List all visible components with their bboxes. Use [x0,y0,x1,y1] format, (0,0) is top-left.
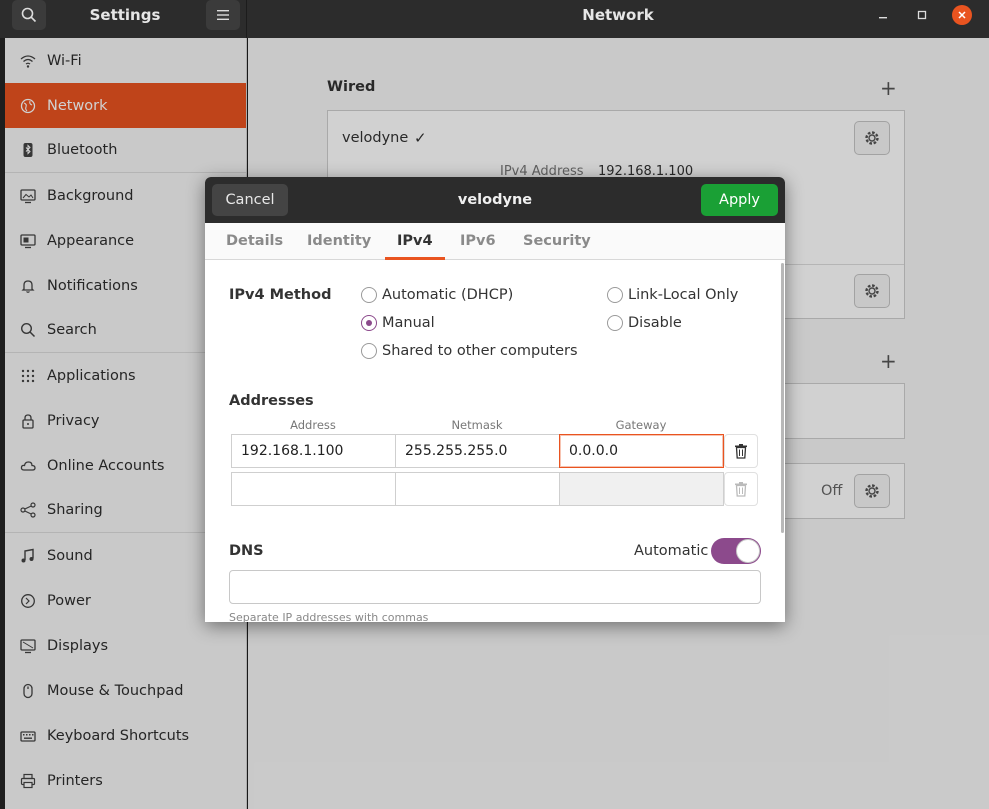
tab-identity[interactable]: Identity [295,223,383,260]
dns-label: DNS [229,543,264,559]
dns-automatic-toggle[interactable] [711,538,761,564]
dialog-tabs: Details Identity IPv4 IPv6 Security [205,223,785,260]
search-button[interactable] [12,0,46,30]
dns-input[interactable] [229,570,761,604]
new-netmask-input[interactable] [395,472,560,506]
tab-ipv6[interactable]: IPv6 [448,223,508,260]
column-header-gateway: Gateway [615,418,667,432]
hamburger-icon [217,10,229,20]
maximize-button[interactable] [912,5,932,25]
radio-indicator [361,343,377,359]
trash-icon [735,482,747,497]
toggle-knob [736,539,760,563]
maximize-icon [917,10,927,20]
radio-label: Disable [628,315,682,331]
apply-button[interactable]: Apply [701,184,778,216]
cancel-button[interactable]: Cancel [212,184,288,216]
dns-automatic-label: Automatic [634,543,709,559]
search-icon [21,7,37,23]
radio-label: Shared to other computers [382,343,578,359]
radio-indicator-selected [361,315,377,331]
tab-security[interactable]: Security [511,223,603,260]
connection-dialog: Cancel velodyne Apply Details Identity I… [205,177,785,622]
close-icon [958,11,966,19]
minimize-button[interactable] [873,5,893,25]
ipv4-method-label: IPv4 Method [229,287,332,303]
radio-shared[interactable]: Shared to other computers [361,343,578,359]
gateway-input[interactable]: 0.0.0.0 [559,434,724,468]
radio-disable[interactable]: Disable [607,315,682,331]
new-gateway-input[interactable] [559,472,724,506]
address-input[interactable]: 192.168.1.100 [231,434,396,468]
settings-title: Settings [89,6,161,24]
delete-address-button[interactable] [724,434,758,468]
tab-details[interactable]: Details [214,223,295,260]
radio-indicator [607,315,623,331]
radio-label: Manual [382,315,435,331]
radio-label: Link-Local Only [628,287,739,303]
addresses-label: Addresses [229,393,314,409]
column-header-address: Address [290,418,336,432]
menu-button[interactable] [206,0,240,30]
radio-link-local-only[interactable]: Link-Local Only [607,287,738,303]
radio-indicator [361,287,377,303]
minimize-icon [879,17,887,19]
dialog-header: Cancel velodyne Apply [205,177,785,223]
new-address-input[interactable] [231,472,396,506]
header-bar: Settings Network [0,0,989,38]
close-button[interactable] [952,5,972,25]
radio-indicator [607,287,623,303]
delete-new-address-button[interactable] [724,472,758,506]
settings-header: Settings [0,0,247,38]
netmask-input[interactable]: 255.255.255.0 [395,434,560,468]
radio-manual[interactable]: Manual [361,315,435,331]
trash-icon [735,444,747,459]
dialog-scrollbar[interactable] [781,263,784,533]
dns-hint: Separate IP addresses with commas [229,611,429,622]
radio-label: Automatic (DHCP) [382,287,514,303]
radio-automatic-dhcp[interactable]: Automatic (DHCP) [361,287,513,303]
dialog-title: velodyne [457,192,533,208]
column-header-netmask: Netmask [451,418,503,432]
tab-ipv4[interactable]: IPv4 [385,223,445,260]
